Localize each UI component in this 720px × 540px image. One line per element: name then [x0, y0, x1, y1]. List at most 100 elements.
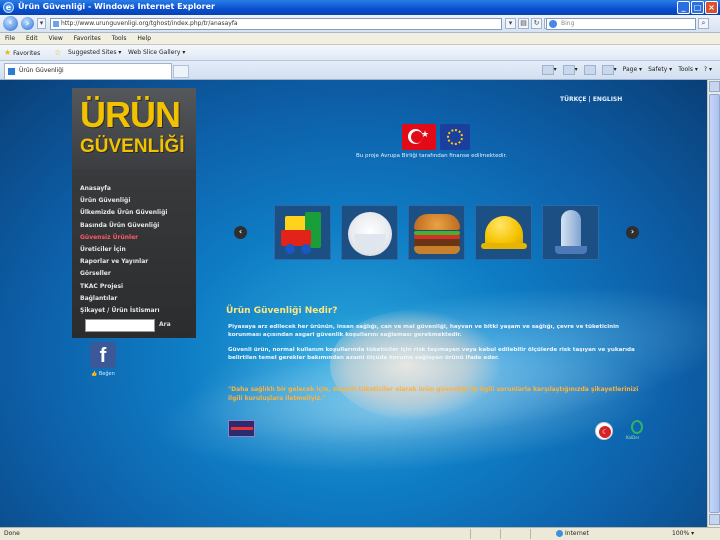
- refresh-icon[interactable]: ↻: [531, 18, 542, 29]
- product-thumb-burger[interactable]: [408, 205, 465, 260]
- globe-icon: [556, 530, 563, 537]
- menu-view[interactable]: View: [49, 33, 63, 45]
- menu-item-gorseller[interactable]: Görseller: [80, 268, 192, 280]
- menu-tools[interactable]: Tools: [112, 33, 127, 45]
- maximize-button[interactable]: □: [691, 1, 704, 14]
- site-logo[interactable]: ÜRÜN GÜVENLİĞİ: [72, 88, 196, 170]
- eu-project-badge-icon[interactable]: [228, 420, 255, 437]
- intro-paragraph-1: Piyasaya arz edilecek her ürünün, insan …: [228, 324, 620, 339]
- read-mail-icon[interactable]: [583, 64, 596, 76]
- search-input[interactable]: Bing: [546, 18, 696, 30]
- new-tab-button[interactable]: [173, 65, 189, 78]
- tab-current[interactable]: Ürün Güvenliği: [4, 63, 172, 79]
- scroll-up-arrow-icon[interactable]: [709, 81, 720, 92]
- vertical-scrollbar[interactable]: [707, 80, 720, 527]
- page-menu[interactable]: Page ▾: [623, 64, 642, 76]
- window-titlebar: e Ürün Güvenliği - Windows Internet Expl…: [0, 0, 720, 15]
- safety-menu[interactable]: Safety ▾: [648, 64, 672, 76]
- yogurt-icon: [348, 212, 392, 256]
- scroll-down-arrow-icon[interactable]: [709, 514, 720, 525]
- search-icon[interactable]: ⌕: [698, 18, 709, 29]
- zoom-level[interactable]: 100% ▾: [672, 528, 694, 540]
- site-search-button[interactable]: Ara: [159, 321, 171, 328]
- search-placeholder: Bing: [561, 20, 575, 27]
- awareness-quote: "Daha sağlıklı bir gelecek için, duyarlı…: [228, 386, 639, 402]
- menu-item-guvensiz-urunler[interactable]: Güvensiz Ürünler: [80, 232, 192, 244]
- ie-logo-icon: e: [3, 2, 14, 13]
- print-icon[interactable]: ▾: [601, 64, 617, 76]
- product-thumb-toy[interactable]: [274, 205, 331, 260]
- compatibility-view-icon[interactable]: ▤: [518, 18, 529, 29]
- web-slice-label: Web Slice Gallery: [128, 49, 181, 56]
- scrollbar-thumb[interactable]: [709, 94, 720, 513]
- product-thumb-iron[interactable]: [542, 205, 599, 260]
- star-icon: ★: [4, 48, 12, 57]
- status-text: Done: [4, 530, 20, 537]
- menu-item-urun-guvenligi[interactable]: Ürün Güvenliği: [80, 195, 192, 207]
- logo-line-1: ÜRÜN: [80, 94, 181, 135]
- menu-file[interactable]: File: [5, 33, 15, 45]
- zoom-label: 100%: [672, 530, 690, 537]
- status-bar: Done Internet 100% ▾: [0, 527, 720, 540]
- iron-icon: [555, 210, 589, 256]
- product-thumb-helmet[interactable]: [475, 205, 532, 260]
- page-icon: [53, 21, 59, 27]
- help-icon[interactable]: ? ▾: [704, 64, 712, 76]
- minimize-button[interactable]: _: [677, 1, 690, 14]
- menu-favorites[interactable]: Favorites: [74, 33, 101, 45]
- add-star-icon: ☆: [54, 48, 62, 57]
- site-search-input[interactable]: [85, 319, 155, 332]
- quality-association-logo-icon[interactable]: KalDer: [626, 420, 646, 440]
- close-button[interactable]: ×: [705, 1, 718, 14]
- section-title: Ürün Güvenliği Nedir?: [226, 306, 338, 316]
- menu-item-ulkemizde[interactable]: Ülkemizde Ürün Güvenliği: [80, 207, 192, 219]
- turkish-ministry-logo-icon[interactable]: ☾: [595, 422, 613, 440]
- turkey-flag-icon: ★: [402, 124, 436, 150]
- address-dropdown-icon[interactable]: ▾: [505, 18, 516, 29]
- eu-funding-caption: Bu proje Avrupa Birliği tarafından finan…: [356, 153, 508, 159]
- url-input[interactable]: http://www.urunguvenligi.org/tghost/inde…: [50, 18, 502, 30]
- window-title: Ürün Güvenliği - Windows Internet Explor…: [18, 2, 215, 11]
- forward-button[interactable]: ›: [21, 17, 34, 30]
- back-button[interactable]: ‹: [3, 16, 18, 31]
- menu-item-tkac[interactable]: TKAC Projesi: [80, 281, 192, 293]
- facebook-icon[interactable]: f: [90, 342, 116, 368]
- favorites-button[interactable]: ★ Favorites: [4, 48, 40, 59]
- carousel-next-button[interactable]: ›: [626, 226, 639, 239]
- site-favicon-icon: [8, 68, 15, 75]
- feeds-icon[interactable]: ▾: [562, 64, 578, 76]
- tab-row: Ürün Güvenliği ▾ ▾ ▾ Page ▾ Safety ▾ Too…: [0, 61, 720, 80]
- address-bar: ‹ › ▾ http://www.urunguvenligi.org/tghos…: [0, 15, 720, 33]
- security-zone-label: Internet: [565, 530, 589, 537]
- url-text: http://www.urunguvenligi.org/tghost/inde…: [61, 20, 238, 27]
- carousel-prev-button[interactable]: ‹: [234, 226, 247, 239]
- menu-item-raporlar[interactable]: Raporlar ve Yayınlar: [80, 256, 192, 268]
- facebook-like-button[interactable]: 👍 Beğen: [91, 371, 115, 377]
- eu-flag-icon: [440, 124, 470, 150]
- security-zone[interactable]: Internet: [556, 528, 589, 540]
- bing-icon: [549, 20, 557, 28]
- menu-item-anasayfa[interactable]: Anasayfa: [80, 183, 192, 195]
- menu-item-ureticiler[interactable]: Üreticiler İçin: [80, 244, 192, 256]
- web-slice-gallery-link[interactable]: Web Slice Gallery ▾: [128, 48, 185, 58]
- language-switch[interactable]: TÜRKÇE | ENGLISH: [560, 96, 622, 103]
- home-icon[interactable]: ▾: [541, 64, 557, 76]
- product-thumb-yogurt[interactable]: [341, 205, 398, 260]
- intro-paragraph-2: Güvenli ürün, normal kullanım koşulların…: [228, 347, 635, 362]
- menu-item-basinda[interactable]: Basında Ürün Güvenliği: [80, 220, 192, 232]
- add-favorite-button[interactable]: ☆: [54, 48, 61, 59]
- menu-bar: File Edit View Favorites Tools Help: [0, 33, 720, 45]
- suggested-sites-link[interactable]: Suggested Sites ▾: [68, 48, 121, 58]
- history-dropdown-button[interactable]: ▾: [37, 18, 46, 29]
- suggested-sites-label: Suggested Sites: [68, 49, 117, 56]
- tools-menu[interactable]: Tools ▾: [678, 64, 698, 76]
- site-menu: Anasayfa Ürün Güvenliği Ülkemizde Ürün G…: [80, 183, 192, 317]
- menu-help[interactable]: Help: [137, 33, 151, 45]
- site-sidebar: ÜRÜN GÜVENLİĞİ Anasayfa Ürün Güvenliği Ü…: [72, 88, 196, 338]
- menu-edit[interactable]: Edit: [26, 33, 38, 45]
- menu-item-sikayet[interactable]: Şikayet / Ürün İstismarı: [80, 305, 192, 317]
- logo-line-2: GÜVENLİĞİ: [80, 136, 185, 157]
- hamburger-icon: [414, 214, 460, 254]
- command-bar: ▾ ▾ ▾ Page ▾ Safety ▾ Tools ▾ ? ▾: [541, 64, 712, 76]
- menu-item-baglantilar[interactable]: Bağlantılar: [80, 293, 192, 305]
